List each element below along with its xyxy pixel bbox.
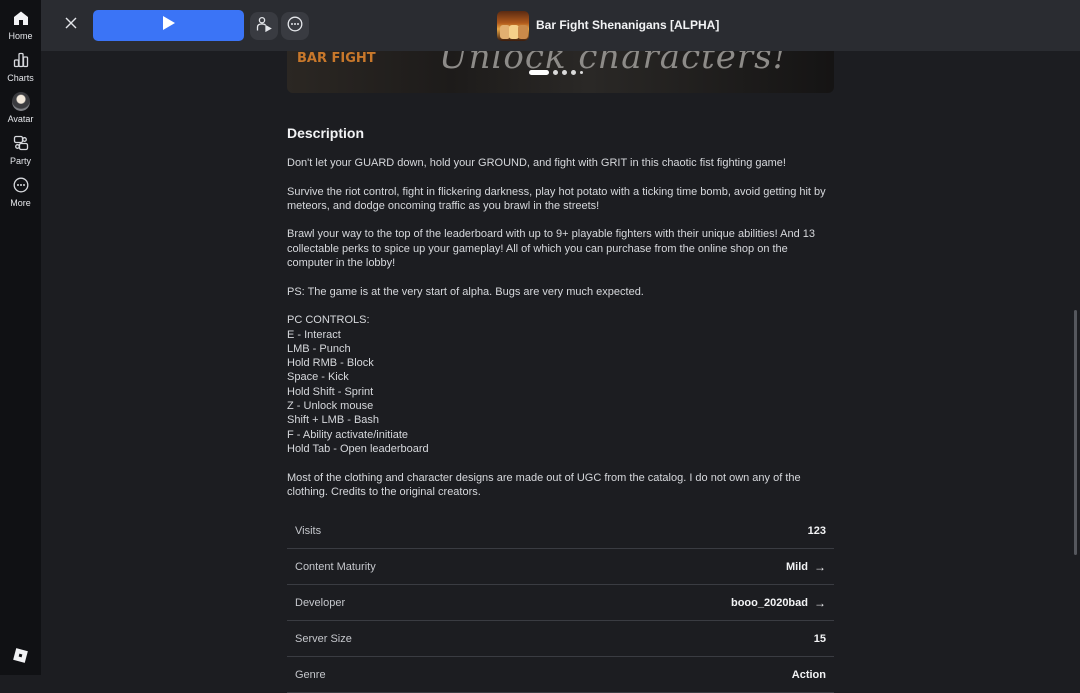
description-paragraph: PS: The game is at the very start of alp…	[287, 285, 644, 298]
top-bar: Bar Fight Shenanigans [ALPHA]	[41, 0, 1080, 51]
controls-heading: PC CONTROLS:	[287, 314, 370, 327]
description-paragraph: Brawl your way to the top of the leaderb…	[287, 228, 816, 270]
charts-icon	[12, 51, 30, 69]
play-button[interactable]	[93, 10, 244, 41]
game-title: Bar Fight Shenanigans [ALPHA]	[536, 18, 720, 32]
description-paragraph: Don't let your GUARD down, hold your GRO…	[287, 157, 786, 169]
stat-label: Server Size	[295, 632, 352, 645]
stat-value: 123	[807, 524, 826, 537]
carousel-dot[interactable]	[529, 70, 549, 75]
carousel-dot[interactable]	[571, 70, 576, 75]
control-line: Z - Unlock mouse	[287, 400, 374, 413]
avatar-icon	[11, 91, 30, 111]
nav-item-avatar[interactable]: Avatar	[0, 91, 41, 132]
description-paragraph: Most of the clothing and character desig…	[287, 471, 801, 498]
control-line: E - Interact	[287, 328, 341, 341]
stat-label: Developer	[295, 596, 346, 609]
close-button[interactable]	[60, 14, 82, 36]
description-paragraph: Survive the riot control, fight in flick…	[287, 185, 826, 212]
carousel-dot[interactable]	[562, 70, 567, 75]
control-line: Space - Kick	[287, 371, 349, 384]
nav-item-more[interactable]: More	[0, 176, 41, 216]
person-play-icon	[256, 16, 272, 37]
stat-row-server-size: Server Size 15	[287, 621, 834, 657]
control-line: LMB - Punch	[287, 342, 351, 355]
close-icon	[65, 16, 77, 34]
nav-label-party: Party	[9, 156, 31, 166]
more-options-button[interactable]	[281, 12, 309, 40]
nav-item-home[interactable]: Home	[0, 9, 41, 49]
stat-value: 15	[813, 632, 826, 645]
page-scrollbar[interactable]	[1074, 310, 1077, 555]
roblox-logo-icon[interactable]	[13, 648, 28, 663]
stat-row-visits: Visits 123	[287, 513, 834, 549]
game-stats-table: Visits 123 Content Maturity Mild → Devel…	[287, 513, 834, 693]
carousel-dot[interactable]	[580, 71, 583, 74]
stat-label: Content Maturity	[295, 560, 376, 573]
control-line: F - Ability activate/initiate	[287, 428, 409, 441]
content-maturity-link[interactable]: Mild →	[786, 560, 826, 574]
party-icon	[12, 134, 30, 152]
arrow-right-icon: →	[814, 595, 826, 610]
carousel-pagination	[529, 70, 583, 75]
carousel-banner-text: Unlock characters!	[439, 51, 788, 77]
more-options-icon	[287, 16, 303, 37]
description-heading: Description	[287, 125, 365, 141]
media-carousel[interactable]: BAR FIGHT Unlock characters!	[287, 51, 834, 93]
home-icon	[12, 9, 30, 27]
control-line: Hold RMB - Block	[287, 357, 374, 370]
play-with-friends-button[interactable]	[250, 12, 278, 40]
nav-label-home: Home	[8, 31, 33, 41]
arrow-right-icon: →	[814, 559, 826, 574]
game-thumbnail	[497, 11, 529, 41]
control-line: Hold Tab - Open leaderboard	[287, 442, 429, 455]
stat-row-genre: Genre Action	[287, 657, 834, 693]
nav-label-more: More	[10, 198, 31, 208]
left-nav-rail: Home Charts Avatar Party More	[0, 0, 41, 675]
carousel-dot[interactable]	[553, 70, 558, 75]
control-line: Hold Shift - Sprint	[287, 385, 374, 398]
stat-row-developer[interactable]: Developer booo_2020bad →	[287, 585, 834, 621]
nav-label-avatar: Avatar	[7, 114, 34, 124]
control-line: Shift + LMB - Bash	[287, 414, 380, 427]
stat-value: booo_2020bad	[730, 596, 808, 609]
nav-item-party[interactable]: Party	[0, 134, 41, 174]
nav-item-charts[interactable]: Charts	[0, 51, 41, 91]
stat-value: Mild	[786, 560, 808, 573]
carousel-logo-text: BAR FIGHT	[297, 51, 376, 66]
nav-label-charts: Charts	[7, 73, 34, 83]
stat-row-content-maturity[interactable]: Content Maturity Mild →	[287, 549, 834, 585]
play-icon	[162, 15, 176, 36]
description-body: Don't let your GUARD down, hold your GRO…	[287, 156, 834, 513]
more-icon	[12, 176, 30, 194]
stat-label: Visits	[295, 524, 322, 537]
developer-link[interactable]: booo_2020bad →	[731, 596, 826, 610]
